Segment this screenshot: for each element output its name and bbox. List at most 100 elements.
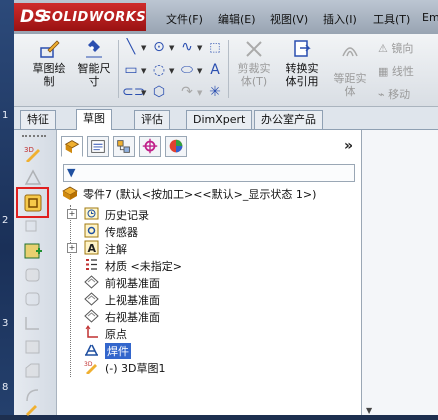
menu-file[interactable]: 文件(F): [166, 11, 203, 27]
smart-dimension-button[interactable]: 智能尺 寸: [74, 38, 114, 88]
filter-icon: ▼: [67, 166, 76, 179]
chevron-down-icon[interactable]: ▼: [366, 406, 372, 415]
chevron-down-icon[interactable]: ▼: [197, 67, 202, 75]
smart-dimension-icon: [86, 40, 102, 58]
text-icon[interactable]: A: [206, 62, 224, 78]
linear-label: 线性: [391, 65, 414, 78]
tree-item-label: 历史记录: [105, 209, 149, 222]
move-label: 移动: [388, 88, 411, 101]
weld-bead-icon[interactable]: [23, 290, 43, 308]
trim-entities-button[interactable]: 剪裁实 体(T): [232, 38, 276, 88]
chamfer-icon[interactable]: [23, 362, 43, 380]
3d-sketch-icon[interactable]: 3D: [23, 144, 43, 162]
dimxpert-manager-tab-icon[interactable]: [139, 136, 161, 157]
edge-marker: 8: [2, 382, 9, 393]
chevron-down-icon[interactable]: ▼: [141, 89, 146, 97]
tab-sketch[interactable]: 草图: [76, 109, 112, 130]
command-manager-tabs: 特征 草图 评估 DimXpert 办公室产品: [14, 107, 438, 130]
menu-edit[interactable]: 编辑(E): [218, 11, 256, 27]
chevron-down-icon[interactable]: ▼: [141, 67, 146, 75]
svg-text:A: A: [88, 242, 97, 255]
spline-icon[interactable]: ∿: [178, 39, 196, 55]
tab-dimxpert[interactable]: DimXpert: [186, 110, 253, 129]
display-manager-tab-icon[interactable]: [165, 136, 187, 157]
toolbar-separator: [118, 40, 119, 98]
slot-icon[interactable]: ⊂⊃: [122, 84, 145, 100]
menu-tools[interactable]: 工具(T): [373, 11, 410, 27]
arc-icon[interactable]: ◌: [150, 62, 168, 78]
tree-filter-input[interactable]: ▼: [63, 164, 355, 182]
tab-features[interactable]: 特征: [20, 110, 56, 129]
offset-entities-button[interactable]: 等距实 体: [328, 38, 372, 98]
trim-extend-icon[interactable]: [23, 218, 43, 236]
offset-icon: [342, 47, 358, 57]
tree-item-label: 传感器: [105, 226, 138, 239]
material-icon: [86, 259, 97, 270]
fillet-icon[interactable]: ↷: [178, 84, 196, 100]
plane-icon: [84, 292, 99, 306]
edge-marker: 2: [2, 215, 9, 226]
solidworks-logo[interactable]: DS SOLIDWORKS: [14, 3, 146, 31]
polygon-icon[interactable]: ⬡: [150, 84, 168, 100]
circle-icon[interactable]: ⊙: [150, 39, 168, 55]
menu-insert[interactable]: 插入(I): [323, 11, 357, 27]
sketch-button[interactable]: 草图绘 制: [28, 38, 70, 88]
gusset-icon[interactable]: [23, 266, 43, 284]
offset-label: 等距实 体: [333, 72, 367, 98]
convert-box-icon[interactable]: ⬚: [206, 39, 224, 55]
origin-icon: [85, 325, 98, 338]
tree-root-label: 零件7 (默认<按加工><<默认>_显示状态 1>): [83, 188, 317, 201]
sketch-icon: [40, 40, 60, 58]
expand-toggle[interactable]: +: [67, 209, 77, 219]
extruded-cut-icon[interactable]: [23, 314, 43, 332]
weldment-icon: [85, 344, 98, 356]
feature-tree-tab-icon[interactable]: [61, 136, 83, 157]
desktop-edge: 1 2 3 8: [0, 0, 14, 415]
convert-label: 转换实 体引用: [285, 62, 319, 88]
command-manager-toolbar: 草图绘 制 智能尺 寸 ╲ ▼ ⊙ ▼ ∿ ▼ ⬚ ▭ ▼ ◌ ▼ ⬭ ▼ A …: [14, 34, 438, 107]
plane-icon: [84, 275, 99, 289]
logo-text: SOLIDWORKS: [42, 10, 147, 25]
chevron-down-icon[interactable]: ▼: [197, 89, 202, 97]
property-manager-tab-icon[interactable]: [87, 136, 109, 157]
menu-overflow[interactable]: Em: [422, 11, 438, 24]
title-bar: DS SOLIDWORKS 文件(F) 编辑(E) 视图(V) 插入(I) 工具…: [14, 0, 438, 34]
linear-pattern-button[interactable]: ▦ 线性: [378, 63, 414, 79]
annotation-icon: A: [84, 240, 99, 255]
mirror-label: 镜向: [391, 42, 414, 55]
rectangle-icon[interactable]: ▭: [122, 62, 140, 78]
expand-toggle[interactable]: +: [67, 243, 77, 253]
chevron-down-icon[interactable]: ▼: [169, 44, 174, 52]
featuremanager-tabs: »: [61, 136, 357, 158]
tab-office-products[interactable]: 办公室产品: [254, 110, 323, 129]
chevron-down-icon[interactable]: ▼: [169, 67, 174, 75]
configuration-manager-tab-icon[interactable]: [113, 136, 135, 157]
smart-dimension-label: 智能尺 寸: [77, 62, 111, 88]
hole-wizard-icon[interactable]: [23, 338, 43, 356]
expand-panel-button[interactable]: »: [344, 138, 353, 154]
featuremanager-panel: » ▼ 零件7 (默认<按加工><<默认>_显示状态 1>) + 历史记录 传感…: [57, 130, 362, 415]
toolbar-grip[interactable]: [22, 135, 46, 140]
trim-label: 剪裁实 体(T): [237, 62, 271, 88]
chevron-down-icon[interactable]: ▼: [197, 44, 202, 52]
chevron-down-icon[interactable]: ▼: [141, 44, 146, 52]
point-icon[interactable]: ✳: [206, 84, 224, 100]
menu-view[interactable]: 视图(V): [270, 11, 308, 27]
weldment-icon[interactable]: [23, 194, 43, 212]
weldments-toolbar: 3D: [14, 130, 57, 416]
tree-item-label: 原点: [105, 328, 127, 341]
tree-item-label: 前视基准面: [105, 277, 160, 290]
svg-text:3D: 3D: [24, 146, 34, 154]
line-icon[interactable]: ╲: [122, 39, 140, 55]
end-cap-icon[interactable]: [23, 242, 43, 260]
graphics-area[interactable]: [362, 130, 438, 415]
ellipse-icon[interactable]: ⬭: [178, 62, 196, 78]
move-entities-button[interactable]: ⌁ 移动: [378, 86, 410, 102]
tree-item-label: (-) 3D草图1: [105, 362, 166, 375]
sketch-icon[interactable]: [23, 402, 43, 420]
mirror-entities-button[interactable]: ⚠ 镜向: [378, 40, 413, 56]
tab-evaluate[interactable]: 评估: [134, 110, 170, 129]
convert-entities-button[interactable]: 转换实 体引用: [280, 38, 324, 88]
sensor-icon: [84, 223, 99, 238]
structural-member-icon[interactable]: [23, 168, 43, 186]
